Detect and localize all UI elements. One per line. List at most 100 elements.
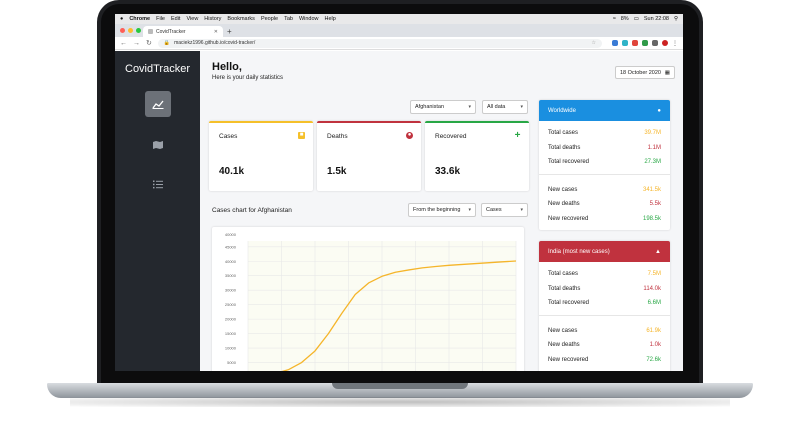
stat-row: Total recovered 6.6M xyxy=(539,296,670,311)
favicon-icon xyxy=(148,29,153,34)
extension-icon[interactable] xyxy=(652,40,658,46)
divider xyxy=(539,173,670,175)
menu-bookmarks[interactable]: Bookmarks xyxy=(227,16,255,22)
country-value: Afghanistan xyxy=(415,104,445,110)
recovered-card: Recovered + 33.6k xyxy=(425,121,529,191)
lock-icon: 🔒 xyxy=(163,40,171,46)
cases-card: Cases ■ 40.1k xyxy=(209,121,313,191)
back-icon[interactable]: ← xyxy=(120,40,127,47)
search-icon[interactable]: ⚲ xyxy=(674,16,678,22)
worldwide-panel: Worldwide ● Total cases 39.7M Total death… xyxy=(539,100,670,230)
forward-icon[interactable]: → xyxy=(133,40,140,47)
card-value: 33.6k xyxy=(435,166,461,177)
minimize-window-button[interactable] xyxy=(128,28,133,33)
period-value: From the beginning xyxy=(413,207,461,213)
metric-select[interactable]: Cases ▾ xyxy=(481,203,528,217)
worldwide-header: Worldwide ● xyxy=(539,100,670,121)
deaths-card: Deaths ● 1.5k xyxy=(317,121,421,191)
stat-label: New cases xyxy=(548,186,578,193)
menu-view[interactable]: View xyxy=(186,16,198,22)
stat-label: New cases xyxy=(548,327,578,334)
range-value: All data xyxy=(487,104,506,110)
stat-row: New recovered 198.5k xyxy=(539,212,670,227)
tab-strip: CovidTracker ✕ + xyxy=(115,24,683,37)
y-tick-label: 15000 xyxy=(225,331,237,336)
extensions: ⋮ xyxy=(608,40,678,47)
calendar-icon: ▦ xyxy=(664,69,670,76)
stat-value: 1.0k xyxy=(649,342,661,349)
stat-label: New deaths xyxy=(548,201,580,208)
stat-value: 6.6M xyxy=(647,300,661,307)
menu-help[interactable]: Help xyxy=(325,16,336,22)
chevron-down-icon: ▾ xyxy=(520,104,523,110)
menubar-status: ≈ 8% ▭ Sun 22:08 ⚲ xyxy=(608,16,678,22)
nav-list-icon[interactable] xyxy=(145,171,171,197)
range-select[interactable]: All data ▾ xyxy=(482,100,528,114)
laptop-shadow xyxy=(70,397,730,407)
menu-file[interactable]: File xyxy=(156,16,165,22)
close-tab-icon[interactable]: ✕ xyxy=(214,29,218,35)
stat-row: Total deaths 114.0k xyxy=(539,282,670,297)
menu-window[interactable]: Window xyxy=(299,16,319,22)
laptop-notch xyxy=(332,383,468,389)
extension-icon[interactable] xyxy=(642,40,648,46)
maximize-window-button[interactable] xyxy=(136,28,141,33)
stat-value: 39.7M xyxy=(644,130,661,137)
panel-title: India (most new cases) xyxy=(548,248,610,255)
window-controls xyxy=(120,28,144,33)
new-tab-button[interactable]: + xyxy=(227,27,232,36)
stat-value: 114.0k xyxy=(643,285,661,292)
card-accent xyxy=(317,121,421,123)
stat-label: Total deaths xyxy=(548,285,581,292)
tab-title: CovidTracker xyxy=(156,28,186,35)
briefcase-icon: ■ xyxy=(298,132,305,139)
close-window-button[interactable] xyxy=(120,28,125,33)
period-select[interactable]: From the beginning ▾ xyxy=(408,203,476,217)
reload-icon[interactable]: ↻ xyxy=(146,39,152,47)
stat-value: 27.3M xyxy=(644,159,661,166)
more-menu-icon[interactable]: ⋮ xyxy=(672,40,678,47)
clock[interactable]: Sun 22:08 xyxy=(644,16,669,22)
menu-app-name[interactable]: Chrome xyxy=(129,16,150,22)
url-text: maciekz1996.github.io/covid-tracker/ xyxy=(174,40,256,46)
date-picker[interactable]: 18 October 2020 ▦ xyxy=(615,66,675,79)
india-panel: India (most new cases) ▲ Total cases 7.5M… xyxy=(539,241,670,371)
card-accent xyxy=(209,121,313,123)
app: CovidTracker Hello, Here is your daily s… xyxy=(115,51,683,371)
subtitle: Here is your daily statistics xyxy=(212,75,284,81)
browser-tab[interactable]: CovidTracker ✕ xyxy=(143,26,223,37)
skull-icon: ● xyxy=(406,132,413,139)
extension-icon[interactable] xyxy=(612,40,618,46)
menu-tab[interactable]: Tab xyxy=(284,16,293,22)
y-tick-label: 25000 xyxy=(225,302,237,307)
bookmark-star-icon[interactable]: ☆ xyxy=(592,40,596,46)
profile-avatar[interactable] xyxy=(662,40,668,46)
stat-label: Total cases xyxy=(548,130,579,137)
nav-chart-icon[interactable] xyxy=(145,91,171,117)
extension-icon[interactable] xyxy=(632,40,638,46)
brand-logo[interactable]: CovidTracker xyxy=(115,63,200,75)
stat-value: 61.9k xyxy=(646,327,661,334)
plus-icon: + xyxy=(514,130,521,141)
menu-edit[interactable]: Edit xyxy=(171,16,180,22)
url-field[interactable]: 🔒 maciekz1996.github.io/covid-tracker/ ☆ xyxy=(157,38,602,48)
y-tick-label: 20000 xyxy=(225,317,237,322)
y-tick-label: 5000 xyxy=(227,360,237,365)
card-value: 40.1k xyxy=(219,166,245,177)
menu-people[interactable]: People xyxy=(261,16,278,22)
battery-icon[interactable]: ▭ xyxy=(634,16,639,22)
stat-label: New deaths xyxy=(548,342,580,349)
sidebar: CovidTracker xyxy=(115,51,200,371)
apple-icon[interactable]: ● xyxy=(120,16,123,22)
stat-label: Total recovered xyxy=(548,300,590,307)
country-select[interactable]: Afghanistan ▾ xyxy=(410,100,476,114)
card-value: 1.5k xyxy=(327,166,347,177)
stat-value: 5.5k xyxy=(649,201,661,208)
stat-row: New deaths 5.5k xyxy=(539,197,670,212)
nav-map-icon[interactable] xyxy=(145,131,171,157)
macos-menubar: ● Chrome File Edit View History Bookmark… xyxy=(115,14,683,24)
wifi-icon[interactable]: ≈ xyxy=(613,16,616,22)
extension-icon[interactable] xyxy=(622,40,628,46)
divider xyxy=(539,314,670,316)
menu-history[interactable]: History xyxy=(204,16,221,22)
